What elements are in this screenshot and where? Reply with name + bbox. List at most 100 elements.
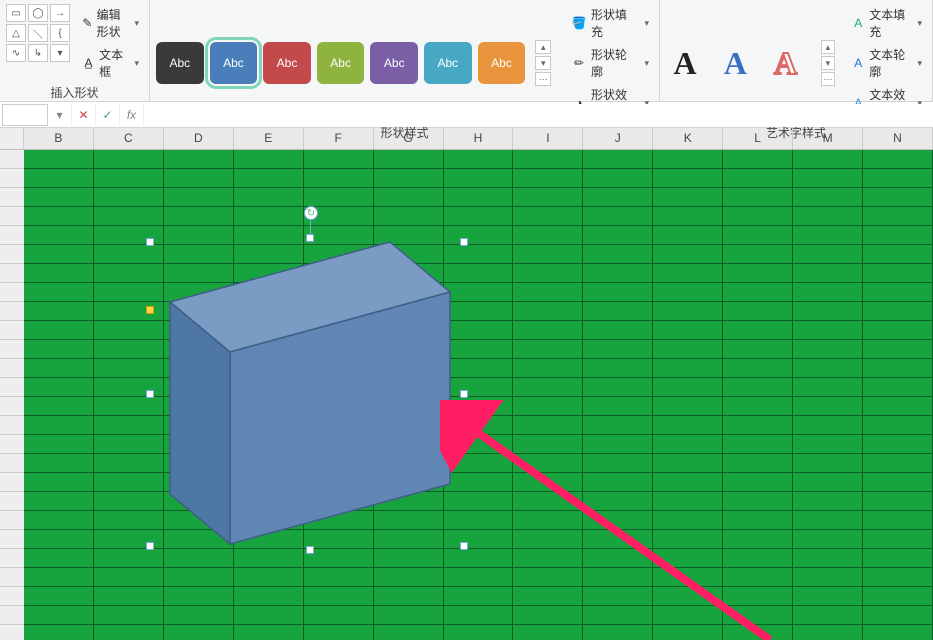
- cell[interactable]: [444, 625, 514, 640]
- col-header[interactable]: D: [164, 128, 234, 149]
- cell[interactable]: [793, 359, 863, 378]
- cell[interactable]: [863, 321, 933, 340]
- style-swatch-orange[interactable]: Abc: [478, 42, 526, 84]
- cell[interactable]: [583, 169, 653, 188]
- cell[interactable]: [723, 549, 793, 568]
- cell[interactable]: [374, 169, 444, 188]
- wordart-preset-2[interactable]: A: [716, 42, 754, 84]
- cell[interactable]: [24, 492, 94, 511]
- cell[interactable]: [234, 568, 304, 587]
- cell[interactable]: [94, 188, 164, 207]
- resize-handle-se[interactable]: [460, 542, 468, 550]
- gallery-more-button[interactable]: ⋯: [535, 72, 551, 86]
- cell[interactable]: [723, 492, 793, 511]
- cell[interactable]: [164, 568, 234, 587]
- col-header[interactable]: I: [513, 128, 583, 149]
- resize-handle-ne[interactable]: [460, 238, 468, 246]
- cell[interactable]: [234, 207, 304, 226]
- cell[interactable]: [513, 302, 583, 321]
- cell[interactable]: [793, 397, 863, 416]
- selected-shape-cube[interactable]: ↻: [150, 234, 468, 554]
- cell[interactable]: [374, 207, 444, 226]
- cell[interactable]: [304, 150, 374, 169]
- cell[interactable]: [24, 511, 94, 530]
- row-header[interactable]: [0, 587, 24, 606]
- cell[interactable]: [723, 169, 793, 188]
- cell[interactable]: [793, 188, 863, 207]
- cell[interactable]: [653, 587, 723, 606]
- cell[interactable]: [374, 150, 444, 169]
- cell[interactable]: [653, 283, 723, 302]
- cell[interactable]: [513, 587, 583, 606]
- cell[interactable]: [374, 587, 444, 606]
- cell[interactable]: [583, 568, 653, 587]
- cell[interactable]: [793, 568, 863, 587]
- cell[interactable]: [24, 568, 94, 587]
- cell[interactable]: [653, 359, 723, 378]
- cell[interactable]: [513, 283, 583, 302]
- cell[interactable]: [94, 606, 164, 625]
- cell[interactable]: [723, 226, 793, 245]
- cell[interactable]: [863, 188, 933, 207]
- row-header[interactable]: [0, 226, 24, 245]
- cell[interactable]: [583, 454, 653, 473]
- cell[interactable]: [513, 530, 583, 549]
- confirm-button[interactable]: ✓: [96, 104, 120, 126]
- text-fill-button[interactable]: A 文本填充 ▾: [847, 4, 926, 42]
- cell[interactable]: [863, 587, 933, 606]
- shape-rect-icon[interactable]: ▭: [6, 4, 26, 22]
- cell[interactable]: [513, 188, 583, 207]
- cell[interactable]: [444, 207, 514, 226]
- cell[interactable]: [793, 207, 863, 226]
- wordart-up-button[interactable]: ▴: [821, 40, 836, 54]
- cell[interactable]: [164, 188, 234, 207]
- cell[interactable]: [723, 587, 793, 606]
- cell[interactable]: [24, 226, 94, 245]
- cell[interactable]: [793, 245, 863, 264]
- cell[interactable]: [863, 435, 933, 454]
- cell[interactable]: [723, 302, 793, 321]
- cell[interactable]: [863, 302, 933, 321]
- cell[interactable]: [653, 226, 723, 245]
- cell[interactable]: [94, 207, 164, 226]
- cell[interactable]: [94, 587, 164, 606]
- cell[interactable]: [793, 549, 863, 568]
- cell[interactable]: [863, 378, 933, 397]
- cell[interactable]: [723, 359, 793, 378]
- cell[interactable]: [374, 606, 444, 625]
- cell[interactable]: [723, 321, 793, 340]
- cell[interactable]: [793, 511, 863, 530]
- cell[interactable]: [24, 302, 94, 321]
- cell[interactable]: [583, 226, 653, 245]
- cell[interactable]: [653, 302, 723, 321]
- cell[interactable]: [723, 625, 793, 640]
- cell[interactable]: [583, 245, 653, 264]
- cell[interactable]: [94, 568, 164, 587]
- cancel-button[interactable]: ✕: [72, 104, 96, 126]
- cell[interactable]: [723, 530, 793, 549]
- cell[interactable]: [444, 188, 514, 207]
- cell[interactable]: [653, 245, 723, 264]
- cell[interactable]: [653, 207, 723, 226]
- cell[interactable]: [653, 397, 723, 416]
- cell[interactable]: [653, 340, 723, 359]
- cell[interactable]: [24, 625, 94, 640]
- cell[interactable]: [513, 321, 583, 340]
- formula-input[interactable]: [144, 104, 933, 126]
- cell[interactable]: [583, 150, 653, 169]
- cell[interactable]: [304, 568, 374, 587]
- col-header[interactable]: M: [793, 128, 863, 149]
- cell[interactable]: [513, 416, 583, 435]
- cell[interactable]: [513, 207, 583, 226]
- cell[interactable]: [513, 359, 583, 378]
- shape-oval-icon[interactable]: ◯: [28, 4, 48, 22]
- cell[interactable]: [513, 492, 583, 511]
- cell[interactable]: [374, 188, 444, 207]
- cell[interactable]: [863, 397, 933, 416]
- cell[interactable]: [24, 473, 94, 492]
- cell[interactable]: [24, 378, 94, 397]
- style-swatch-black[interactable]: Abc: [156, 42, 204, 84]
- cell[interactable]: [444, 169, 514, 188]
- cell[interactable]: [94, 150, 164, 169]
- cell[interactable]: [583, 302, 653, 321]
